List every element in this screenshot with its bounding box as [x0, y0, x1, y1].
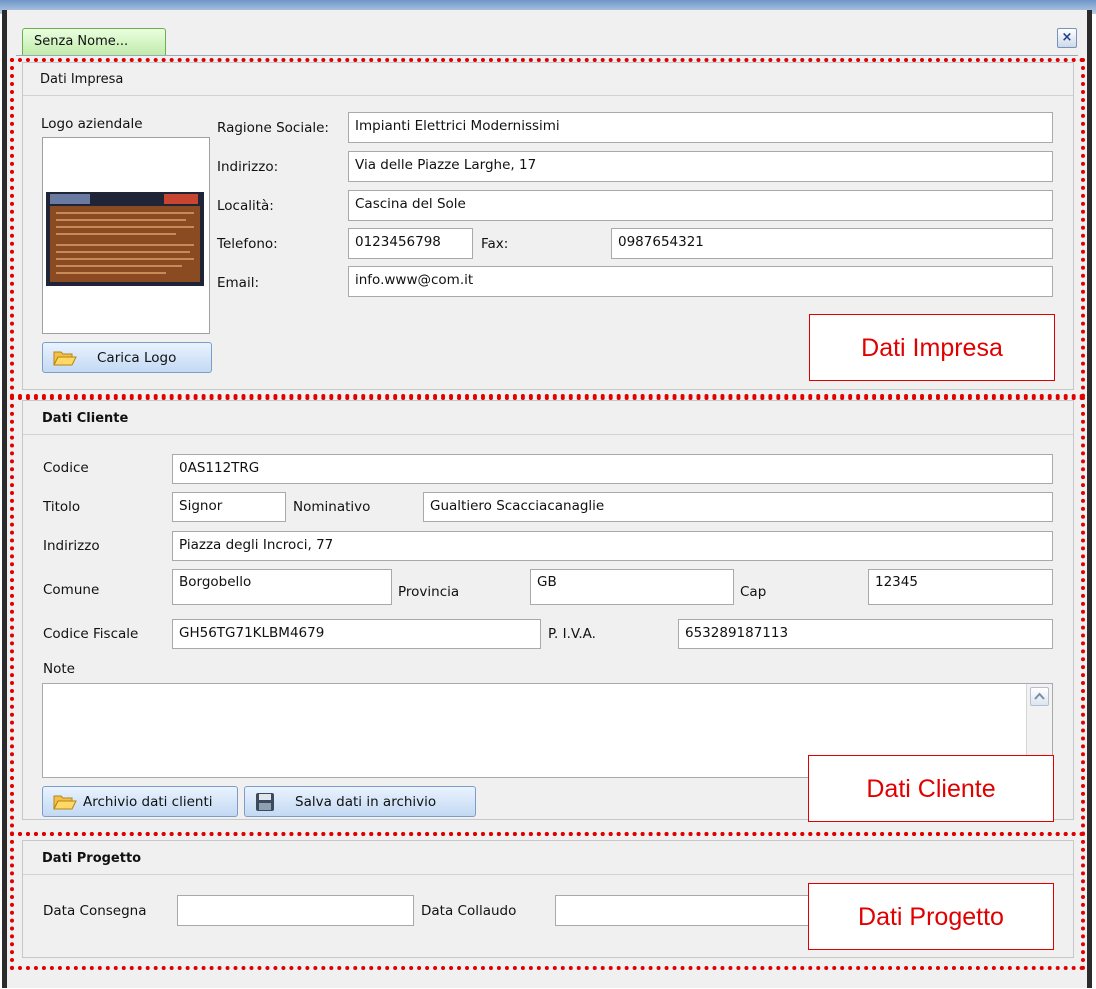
tab-strip-line [16, 55, 1078, 56]
progetto-annotation-label: Dati Progetto [808, 883, 1054, 950]
tab-label: Senza Nome... [34, 34, 129, 49]
close-icon: × [1061, 30, 1073, 45]
cliente-annotation-label: Dati Cliente [808, 755, 1054, 822]
close-tab-button[interactable]: × [1057, 28, 1077, 48]
impresa-annotation-label: Dati Impresa [809, 314, 1055, 381]
tab-senza-nome[interactable]: Senza Nome... [22, 28, 166, 56]
